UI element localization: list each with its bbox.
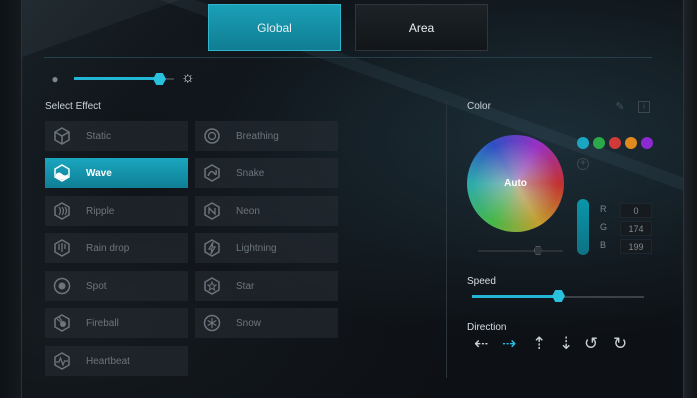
effect-star[interactable]: Star (195, 271, 338, 301)
brightness-slider-fill (74, 77, 159, 80)
star-icon (201, 275, 223, 297)
effect-wave[interactable]: Wave (45, 158, 188, 188)
rotate-ccw-icon[interactable]: ↺ (584, 335, 598, 353)
tab-global[interactable]: Global (208, 4, 341, 51)
arrow-up-icon[interactable]: ⇡ (532, 335, 546, 353)
color-swatch[interactable] (625, 137, 637, 149)
color-swatch[interactable] (641, 137, 653, 149)
breathing-icon (201, 125, 223, 147)
rotate-cw-icon[interactable]: ↻ (613, 335, 627, 353)
fireball-icon (51, 312, 73, 334)
color-preview-bar (577, 199, 589, 255)
heartbeat-icon (51, 350, 73, 372)
effect-label: Ripple (86, 205, 115, 217)
b-label: B (600, 240, 607, 250)
effect-heartbeat[interactable]: Heartbeat (45, 346, 188, 376)
effect-label: Breathing (236, 130, 279, 142)
r-label: R (600, 204, 607, 214)
effect-label: Wave (86, 167, 112, 179)
tab-area[interactable]: Area (355, 4, 488, 51)
eyedropper-icon[interactable]: ✎ (614, 101, 626, 113)
direction-label: Direction (467, 322, 507, 333)
effect-label: Snow (236, 317, 262, 329)
effect-label: Spot (86, 280, 107, 292)
effect-label: Heartbeat (86, 355, 130, 367)
color-swatch[interactable] (609, 137, 621, 149)
arrow-right-icon[interactable]: ⇢ (502, 335, 516, 353)
effect-rain-drop[interactable]: Rain drop (45, 233, 188, 263)
tab-divider (44, 57, 652, 58)
add-swatch-icon[interactable]: + (577, 158, 589, 170)
info-icon[interactable]: i (638, 101, 650, 113)
effect-ripple[interactable]: Ripple (45, 196, 188, 226)
g-label: G (600, 222, 608, 232)
effect-snake[interactable]: Snake (195, 158, 338, 188)
effect-snow[interactable]: Snow (195, 308, 338, 338)
color-wheel-label: Auto (504, 178, 527, 189)
effect-breathing[interactable]: Breathing (195, 121, 338, 151)
effect-label: Static (86, 130, 112, 142)
color-heading: Color (467, 101, 491, 112)
effect-neon[interactable]: Neon (195, 196, 338, 226)
bulb-icon: ● (51, 72, 59, 86)
g-value-field[interactable]: 174 (620, 221, 652, 236)
hue-slider-track[interactable] (478, 250, 563, 252)
lightning-icon (201, 237, 223, 259)
speed-slider-fill (472, 295, 558, 298)
effect-label: Star (236, 280, 255, 292)
effect-fireball[interactable]: Fireball (45, 308, 188, 338)
spot-icon (51, 275, 73, 297)
brightness-sun-icon: ☼ (181, 69, 195, 86)
speed-label: Speed (467, 276, 496, 287)
wave-icon (51, 162, 73, 184)
color-swatch[interactable] (593, 137, 605, 149)
ripple-icon (51, 200, 73, 222)
panel-divider (446, 100, 447, 378)
effect-label: Neon (236, 205, 260, 217)
snowflake-icon (201, 312, 223, 334)
b-value-field[interactable]: 199 (620, 239, 652, 254)
effect-static[interactable]: Static (45, 121, 188, 151)
cube-icon (51, 125, 73, 147)
arrow-left-icon[interactable]: ⇠ (474, 335, 488, 353)
effect-lightning[interactable]: Lightning (195, 233, 338, 263)
rain-drop-icon (51, 237, 73, 259)
arrow-down-icon[interactable]: ⇣ (559, 335, 573, 353)
left-edge-panel (0, 0, 22, 398)
neon-icon (201, 200, 223, 222)
color-swatch[interactable] (577, 137, 589, 149)
right-edge-panel (683, 0, 697, 398)
effect-label: Rain drop (86, 242, 130, 254)
select-effect-heading: Select Effect (45, 101, 101, 112)
effect-label: Snake (236, 167, 265, 179)
effect-label: Lightning (236, 242, 277, 254)
snake-icon (201, 162, 223, 184)
effect-spot[interactable]: Spot (45, 271, 188, 301)
r-value-field[interactable]: 0 (620, 203, 652, 218)
effect-label: Fireball (86, 317, 119, 329)
